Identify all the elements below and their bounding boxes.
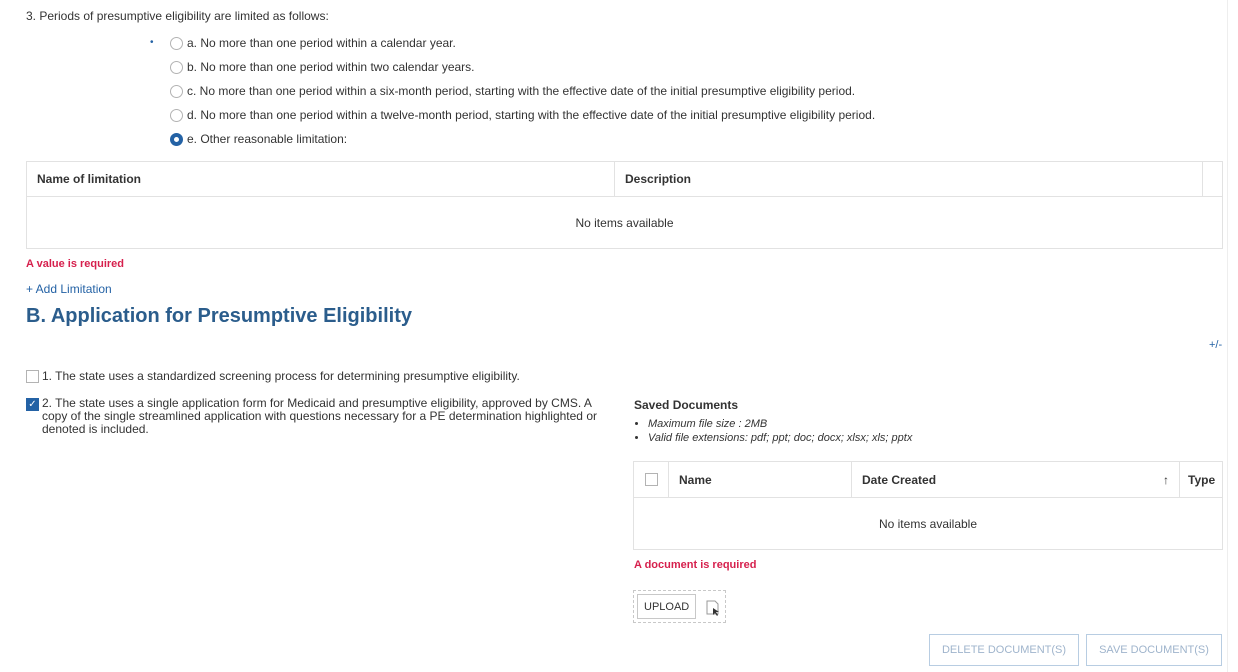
date-created-label: Date Created — [862, 472, 937, 487]
select-all-checkbox[interactable] — [644, 473, 658, 486]
required-marker: • — [150, 37, 154, 48]
column-header-spacer — [1203, 162, 1222, 196]
document-error: A document is required — [634, 559, 757, 571]
select-all-cell — [634, 462, 669, 497]
expand-collapse-toggle[interactable]: +/- — [1209, 339, 1222, 351]
upload-button[interactable]: UPLOAD — [637, 594, 697, 619]
column-header-name-of-limitation[interactable]: Name of limitation — [27, 162, 615, 196]
limitations-grid-header: Name of limitation Description — [27, 162, 1222, 197]
checkbox-1-icon[interactable] — [26, 370, 39, 383]
documents-grid-empty: No items available — [878, 517, 978, 531]
column-header-type[interactable]: Type — [1180, 462, 1222, 497]
radio-option-e-label: e. Other reasonable limitation: — [187, 132, 348, 146]
radio-b-icon[interactable] — [170, 60, 183, 74]
valid-extensions-note: Valid file extensions: pdf; ppt; doc; do… — [648, 432, 912, 444]
column-header-doc-name[interactable]: Name — [669, 462, 852, 497]
documents-grid-header: Name Date Created ↑ Type — [634, 462, 1222, 498]
column-header-description[interactable]: Description — [615, 162, 1203, 196]
limitation-error: A value is required — [26, 258, 125, 270]
radio-c-icon[interactable] — [170, 84, 183, 98]
add-limitation-link[interactable]: + Add Limitation — [26, 282, 112, 296]
saved-documents-title: Saved Documents — [634, 398, 739, 412]
radio-option-d-label: d. No more than one period within a twel… — [187, 108, 876, 122]
max-file-size-note: Maximum file size : 2MB — [648, 418, 912, 430]
save-documents-button[interactable]: SAVE DOCUMENT(S) — [1086, 634, 1222, 666]
limitations-grid-empty: No items available — [575, 216, 674, 230]
section-b-title: B. Application for Presumptive Eligibili… — [26, 305, 412, 327]
sort-arrow-up-icon[interactable]: ↑ — [1163, 473, 1169, 487]
file-upload-icon[interactable] — [706, 600, 720, 616]
checkbox-item-1-label: 1. The state uses a standardized screeni… — [42, 369, 520, 383]
radio-option-b[interactable]: b. No more than one period within two ca… — [170, 60, 475, 74]
radio-e-icon[interactable] — [170, 132, 183, 146]
limitations-grid: Name of limitation Description No items … — [26, 161, 1223, 249]
upload-dropzone[interactable]: UPLOAD — [633, 590, 726, 623]
delete-documents-button[interactable]: DELETE DOCUMENT(S) — [929, 634, 1079, 666]
checkmark-icon[interactable]: ✓ — [26, 398, 39, 411]
document-notes: Maximum file size : 2MB Valid file exten… — [634, 418, 912, 446]
documents-grid: Name Date Created ↑ Type No items availa… — [633, 461, 1223, 550]
checkbox-item-1[interactable]: 1. The state uses a standardized screeni… — [26, 369, 606, 383]
radio-option-e[interactable]: e. Other reasonable limitation: — [170, 132, 347, 146]
radio-option-d[interactable]: d. No more than one period within a twel… — [170, 108, 875, 122]
radio-d-icon[interactable] — [170, 108, 183, 122]
radio-a-icon[interactable] — [170, 36, 183, 50]
radio-option-c[interactable]: c. No more than one period within a six-… — [170, 84, 855, 98]
radio-option-b-label: b. No more than one period within two ca… — [187, 60, 475, 74]
question-3-text: 3. Periods of presumptive eligibility ar… — [26, 9, 329, 23]
radio-option-a[interactable]: a. No more than one period within a cale… — [170, 36, 456, 50]
radio-option-a-label: a. No more than one period within a cale… — [187, 36, 456, 50]
radio-option-c-label: c. No more than one period within a six-… — [187, 84, 856, 98]
right-border-line — [1227, 0, 1228, 672]
checkbox-item-2[interactable]: ✓ 2. The state uses a single application… — [26, 397, 611, 436]
column-header-date-created[interactable]: Date Created ↑ — [852, 462, 1180, 497]
checkbox-item-2-label: 2. The state uses a single application f… — [42, 396, 597, 436]
